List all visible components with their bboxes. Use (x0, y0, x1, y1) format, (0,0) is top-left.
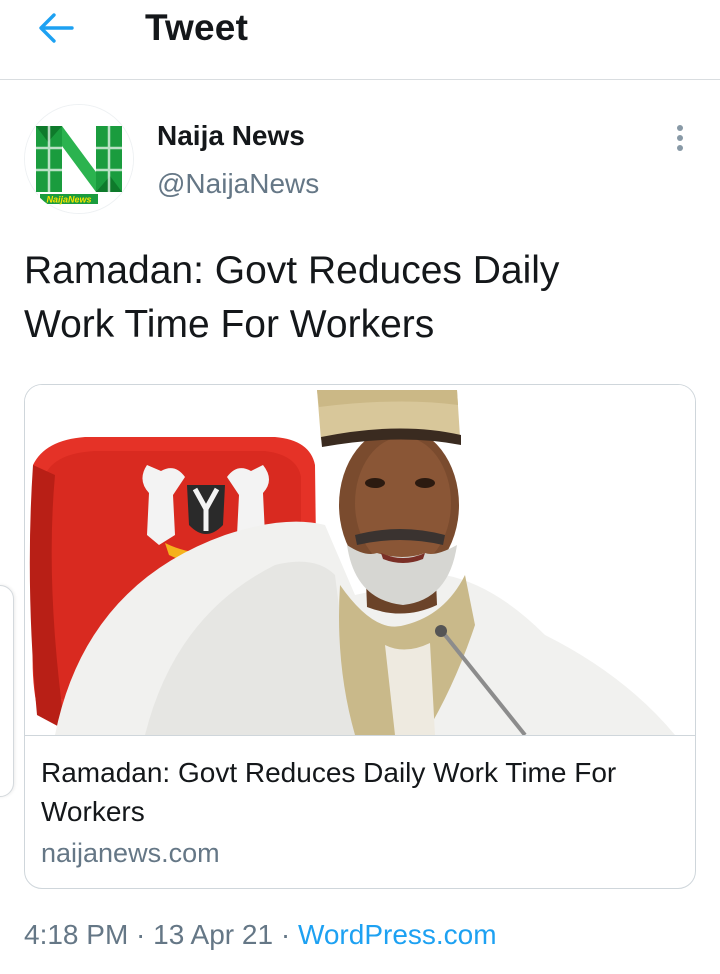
card-photo (25, 385, 695, 737)
arrow-left-icon (39, 13, 74, 43)
card-image (25, 385, 695, 737)
page-title: Tweet (145, 7, 249, 48)
tweet-text-line: Ramadan: Govt Reduces Daily (24, 249, 560, 292)
tweet-meta: 4:18 PM · 13 Apr 21 · WordPress.com (24, 916, 497, 954)
top-bar: Tweet (0, 0, 720, 80)
card-title-line: Ramadan: Govt Reduces Daily Work Time Fo… (41, 757, 617, 788)
more-options-button[interactable] (664, 120, 696, 156)
author-name[interactable]: Naija News (157, 119, 305, 153)
tweet-text: Ramadan: Govt Reduces Daily Work Time Fo… (24, 244, 684, 352)
avatar-caption: NaijaNews (46, 195, 91, 205)
tweet-time: 4:18 PM (24, 919, 129, 950)
tweet-text-line: Work Time For Workers (24, 303, 435, 346)
tweet-source-link[interactable]: WordPress.com (298, 919, 497, 950)
back-button[interactable] (32, 8, 80, 48)
meta-separator: · (273, 919, 298, 950)
avatar[interactable]: NaijaNews (24, 104, 134, 214)
link-preview-card[interactable]: Ramadan: Govt Reduces Daily Work Time Fo… (24, 384, 696, 889)
side-panel-edge[interactable] (0, 585, 14, 797)
vertical-dots-icon (677, 125, 683, 151)
tweet-date: 13 Apr 21 (153, 919, 274, 950)
naija-news-logo: NaijaNews (25, 105, 133, 213)
author-handle[interactable]: @NaijaNews (157, 167, 319, 201)
card-title: Ramadan: Govt Reduces Daily Work Time Fo… (41, 753, 671, 831)
card-title-line: Workers (41, 796, 145, 827)
card-domain: naijanews.com (41, 838, 220, 868)
meta-separator: · (128, 919, 154, 950)
